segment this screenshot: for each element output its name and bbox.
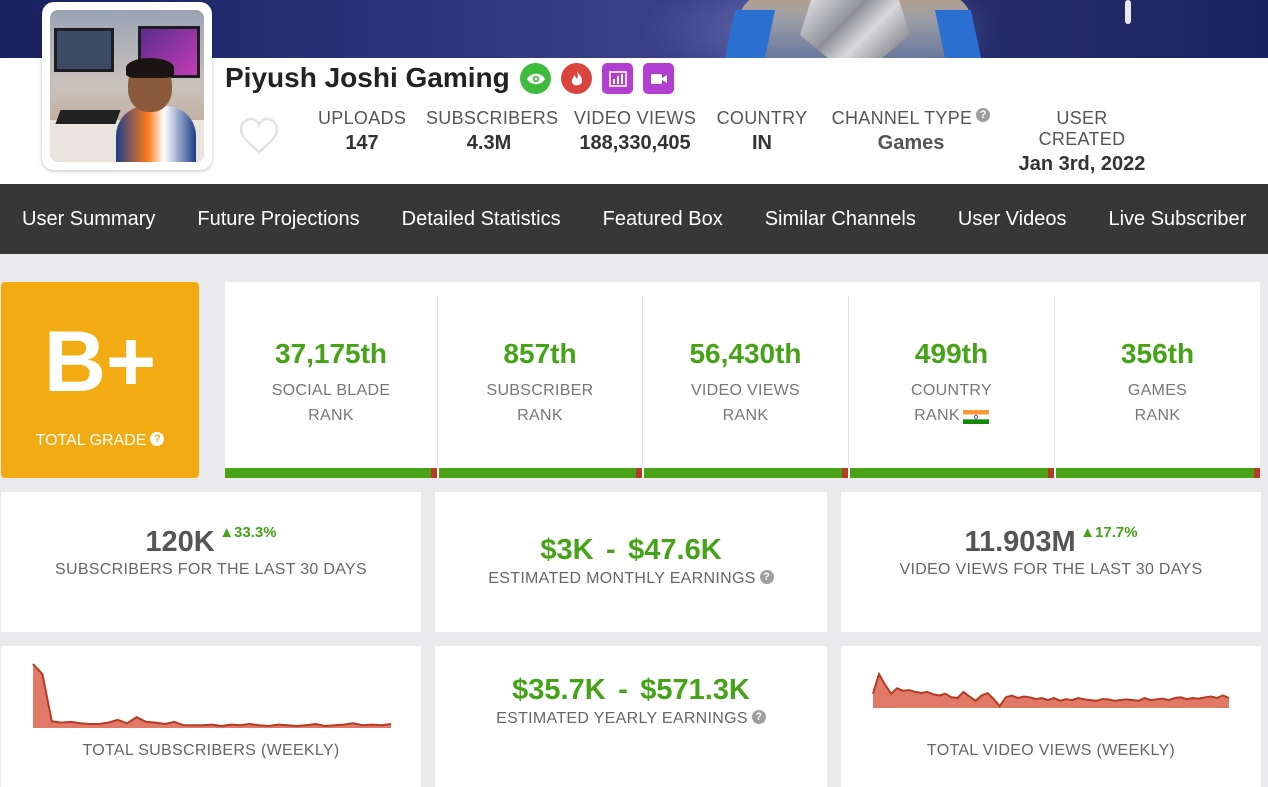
up-arrow-icon: ▲ [1080, 524, 1096, 541]
video-views-weekly-card: TOTAL VIDEO VIEWS (WEEKLY) [841, 646, 1261, 787]
rank-bar [644, 468, 848, 478]
video-camera-icon[interactable] [643, 63, 674, 94]
yearly-earnings-card: $35.7K - $571.3K ESTIMATED YEARLY EARNIN… [435, 646, 827, 787]
nav-future-projections[interactable]: Future Projections [197, 208, 359, 231]
nav-user-summary[interactable]: User Summary [22, 208, 155, 231]
video-views-rank: 56,430th VIDEO VIEWS RANK [643, 296, 849, 468]
uploads-stat: UPLOADS 147 [318, 108, 407, 154]
avatar[interactable] [42, 2, 212, 170]
nav-featured-box[interactable]: Featured Box [603, 208, 723, 231]
grade-letter: B+ [43, 314, 157, 410]
ranks-panel: 37,175th SOCIAL BLADE RANK 857th SUBSCRIB… [225, 282, 1260, 478]
nav-live-subscriber[interactable]: Live Subscriber [1108, 208, 1246, 231]
help-icon[interactable]: ? [976, 108, 991, 122]
subscribers-spark-area [33, 664, 391, 728]
help-icon[interactable]: ? [751, 710, 766, 724]
bar-chart-icon[interactable] [602, 63, 633, 94]
social-blade-rank: 37,175th SOCIAL BLADE RANK [225, 296, 438, 468]
user-created-stat: USER CREATED Jan 3rd, 2022 [1018, 108, 1146, 175]
subscriber-rank: 857th SUBSCRIBER RANK [438, 296, 643, 468]
nav-user-videos[interactable]: User Videos [958, 208, 1067, 231]
subscribers-30-days-card: 120K ▲33.3% SUBSCRIBERS FOR THE LAST 30 … [1, 492, 421, 632]
fire-icon[interactable] [561, 63, 592, 94]
india-flag-icon [962, 407, 989, 424]
video-views-30-days-card: 11.903M ▲17.7% VIDEO VIEWS FOR THE LAST … [841, 492, 1261, 632]
video-views-weekly-chart [872, 671, 1230, 708]
channel-name: Piyush Joshi Gaming [225, 62, 510, 93]
subscribers-spark-line [32, 663, 392, 728]
country-rank: 499th COUNTRY RANK [849, 296, 1055, 468]
video-views-spark-area [873, 674, 1229, 708]
channel-type-stat: CHANNEL TYPE? Games [826, 108, 996, 155]
channel-badges [520, 63, 674, 94]
nav-detailed-statistics[interactable]: Detailed Statistics [402, 208, 561, 231]
rank-bar [1056, 468, 1260, 478]
monthly-earnings-card: $3K - $47.6K ESTIMATED MONTHLY EARNINGS? [435, 492, 827, 632]
video-views-stat: VIDEO VIEWS 188,330,405 [573, 108, 697, 154]
eye-icon[interactable] [520, 63, 551, 94]
help-icon[interactable]: ? [150, 432, 165, 446]
main-nav: User Summary Future Projections Detailed… [0, 184, 1268, 254]
subscribers-stat: SUBSCRIBERS 4.3M [426, 108, 559, 154]
subscribers-weekly-chart [32, 663, 392, 728]
games-rank: 356th GAMES RANK [1120, 338, 1195, 424]
nav-similar-channels[interactable]: Similar Channels [765, 208, 916, 231]
up-arrow-icon: ▲ [219, 524, 235, 541]
country-stat: COUNTRY IN [716, 108, 808, 154]
grade-label: TOTAL GRADE [35, 432, 147, 449]
total-grade-box: B+ TOTAL GRADE? [1, 282, 199, 478]
rank-bar [225, 468, 437, 478]
rank-bar [850, 468, 1054, 478]
subscribers-weekly-card: TOTAL SUBSCRIBERS (WEEKLY) [1, 646, 421, 787]
rank-bar [439, 468, 642, 478]
heart-icon[interactable] [238, 116, 280, 156]
help-icon[interactable]: ? [759, 570, 774, 584]
